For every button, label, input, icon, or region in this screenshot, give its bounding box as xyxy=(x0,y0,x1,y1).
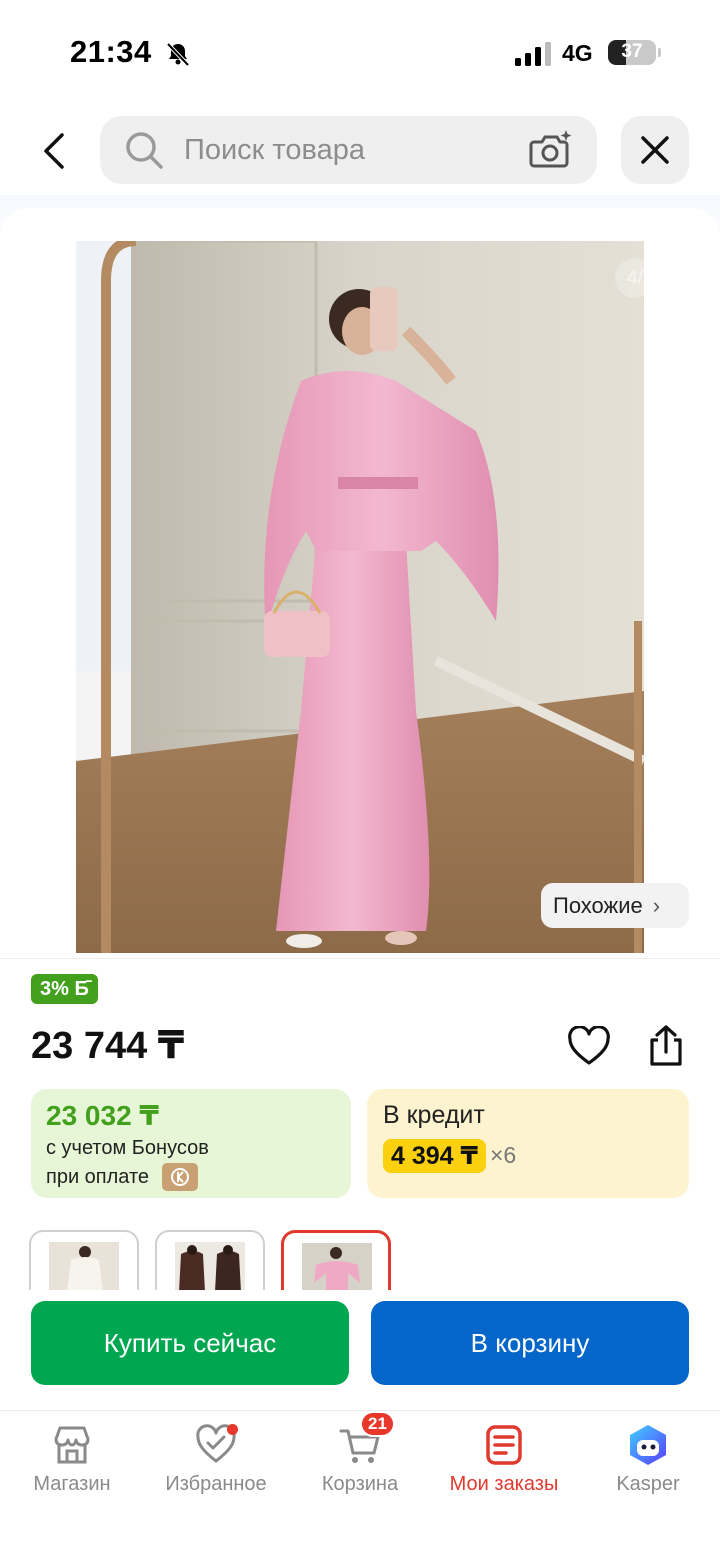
bonus-price-card[interactable]: 23 032 ₸ с учетом Бонусов при оплате xyxy=(31,1089,351,1198)
close-button[interactable] xyxy=(621,116,689,184)
product-image[interactable] xyxy=(76,241,644,953)
status-bar: 21:34 4G 37 xyxy=(0,0,720,100)
product-photo xyxy=(76,241,644,953)
bonus-price: 23 032 ₸ xyxy=(46,1100,159,1131)
thumbnail-brown-outfit[interactable] xyxy=(155,1230,265,1290)
credit-card[interactable]: В кредит 4 394 ₸ ×6 xyxy=(367,1089,689,1198)
tab-label: Kasper xyxy=(616,1473,680,1495)
tab-label: Магазин xyxy=(33,1473,111,1495)
tab-store[interactable]: Магазин xyxy=(0,1411,144,1521)
similar-button[interactable]: Похожие › xyxy=(541,883,689,928)
battery-level: 37 xyxy=(621,41,643,62)
orders-icon xyxy=(486,1425,522,1465)
kasper-icon xyxy=(630,1425,666,1465)
thumbnail-image xyxy=(49,1242,119,1290)
credit-amount: 4 394 ₸ xyxy=(383,1139,486,1173)
thumbnail-pink-outfit[interactable] xyxy=(281,1230,391,1290)
camera-search-icon[interactable] xyxy=(528,128,574,172)
bell-muted-icon xyxy=(166,42,190,67)
signal-icon xyxy=(515,42,551,66)
buy-now-button[interactable]: Купить сейчас xyxy=(31,1301,349,1385)
thumbnail-image xyxy=(302,1243,372,1290)
battery-icon: 37 xyxy=(608,40,661,65)
search-input[interactable]: Поиск товара xyxy=(100,116,597,184)
chevron-right-icon: › xyxy=(652,892,661,918)
image-counter: 4/ xyxy=(615,258,655,298)
add-to-cart-button[interactable]: В корзину xyxy=(371,1301,689,1385)
credit-title: В кредит xyxy=(383,1101,485,1129)
thumbnail-image xyxy=(175,1242,245,1290)
network-type: 4G xyxy=(562,40,593,66)
bottom-tab-bar: Магазин Избранное Корзина Мои заказы Kas… xyxy=(0,1410,720,1561)
search-placeholder: Поиск товара xyxy=(184,134,365,166)
store-icon xyxy=(54,1426,90,1464)
tab-label: Избранное xyxy=(165,1473,267,1495)
close-icon xyxy=(641,136,669,164)
back-button[interactable] xyxy=(30,124,80,178)
cart-count-badge: 21 xyxy=(360,1411,395,1437)
product-price: 23 744 ₸ xyxy=(31,1025,185,1067)
credit-multiplier: ×6 xyxy=(490,1142,517,1168)
search-icon xyxy=(126,132,163,169)
tab-favorites[interactable]: Избранное xyxy=(144,1411,288,1521)
tab-label: Мои заказы xyxy=(449,1473,559,1495)
status-time: 21:34 xyxy=(70,34,152,69)
chevron-left-icon xyxy=(44,133,64,169)
share-icon[interactable] xyxy=(644,1024,688,1068)
tab-my-orders[interactable]: Мои заказы xyxy=(432,1411,576,1521)
bonus-percent-badge: 3% Б̄ xyxy=(31,974,98,1004)
bonus-note-line2: при оплате xyxy=(46,1166,150,1188)
thumbnail-white-outfit[interactable] xyxy=(29,1230,139,1290)
search-header: Поиск товара xyxy=(0,100,720,210)
tab-label: Корзина xyxy=(321,1473,399,1495)
favorites-notification-dot xyxy=(227,1424,238,1435)
favorite-heart-icon[interactable] xyxy=(567,1026,611,1066)
tab-kasper[interactable]: Kasper xyxy=(576,1411,720,1521)
divider xyxy=(0,958,720,959)
bonus-note-line1: с учетом Бонусов xyxy=(46,1137,209,1159)
similar-label: Похожие xyxy=(553,892,643,918)
kaspi-logo-icon xyxy=(162,1163,198,1191)
